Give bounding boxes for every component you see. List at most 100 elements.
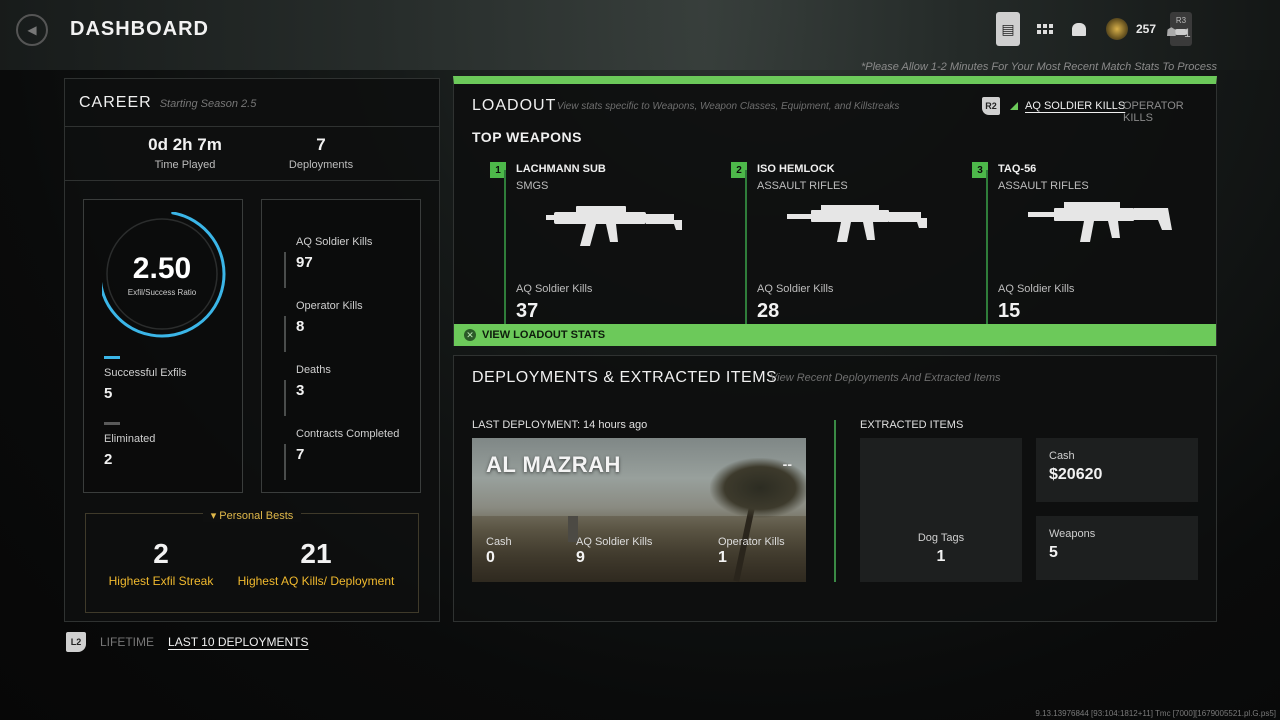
view-loadout-stats-button[interactable]: ✕ VIEW LOADOUT STATS [454, 324, 1216, 346]
weapon-card[interactable]: 2 ISO HEMLOCK ASSAULT RIFLES AQ Soldier … [731, 162, 961, 324]
weapon-name: LACHMANN SUB [516, 163, 606, 175]
career-title: CAREER [79, 93, 152, 111]
eliminated-stat: Eliminated 2 [104, 422, 155, 468]
weapon-class: ASSAULT RIFLES [757, 180, 848, 192]
deployments-label: Deployments [288, 159, 354, 171]
loadout-title: LOADOUT [472, 97, 557, 114]
eliminated-value: 2 [104, 451, 113, 468]
extracted-items-title: EXTRACTED ITEMS [860, 419, 964, 431]
player-emblem-icon[interactable] [1105, 18, 1128, 40]
dog-tags-label: Dog Tags [917, 532, 965, 544]
best-aq-kills-value: 21 [300, 538, 332, 569]
dog-tags-card[interactable]: Dog Tags 1 [860, 438, 1022, 582]
successful-exfils-label: Successful Exfils [104, 367, 187, 379]
weapon-kills-label: AQ Soldier Kills [998, 283, 1075, 295]
view-loadout-stats-label: VIEW LOADOUT STATS [482, 329, 606, 341]
career-header: CAREER Starting Season 2.5 [65, 79, 439, 127]
operator-kills-value: 8 [296, 318, 305, 335]
best-exfil-streak: 2 Highest Exfil Streak [86, 538, 236, 588]
stats-tab-icon[interactable]: ▤ [995, 12, 1020, 46]
career-panel: CAREER Starting Season 2.5 0d 2h 7m Time… [64, 78, 440, 622]
back-button[interactable]: ◀ [16, 14, 48, 46]
contracts-label: Contracts Completed [296, 428, 400, 440]
exfil-box: 2.50 Exfil/Success Ratio Successful Exfi… [83, 199, 243, 493]
aq-kills-stat: AQ Soldier Kills 97 [284, 236, 373, 288]
assault-rifle-icon [787, 205, 927, 242]
map-cash-value: 0 [486, 549, 495, 566]
assault-rifle-icon [1028, 202, 1172, 242]
last-10-deployments-tab[interactable]: LAST 10 DEPLOYMENTS [168, 635, 309, 649]
weapon-class: SMGS [516, 180, 549, 192]
page-title: DASHBOARD [70, 18, 209, 40]
map-aq-kills-value: 9 [576, 549, 585, 566]
r2-button-icon[interactable]: R2 [982, 97, 1000, 115]
map-operator-kills-label: Operator Kills [718, 536, 785, 548]
weapon-kills-value: 28 [757, 300, 780, 322]
weapon-class: ASSAULT RIFLES [998, 180, 1089, 192]
career-subtitle: Starting Season 2.5 [159, 97, 257, 110]
personal-bests-title: ▾ Personal Bests [86, 506, 418, 524]
map-aq-kills-label: AQ Soldier Kills [576, 536, 653, 548]
kills-box: AQ Soldier Kills 97 Operator Kills 8 Dea… [261, 199, 421, 493]
deployments-panel: DEPLOYMENTS & EXTRACTED ITEMS View Recen… [453, 355, 1217, 622]
deployments-subtitle: View Recent Deployments And Extracted It… [770, 372, 1001, 384]
weapon-card[interactable]: 1 LACHMANN SUB SMGS AQ Soldier Kills 37 [490, 162, 720, 324]
contracts-value: 7 [296, 446, 305, 463]
weapons-label: Weapons [1049, 528, 1096, 540]
ratio-value: 2.50 [132, 252, 192, 285]
weapon-card[interactable]: 3 TAQ-56 ASSAULT RIFLES AQ Soldier Kills… [972, 162, 1202, 324]
weapon-name: TAQ-56 [998, 163, 1037, 175]
deaths-value: 3 [296, 382, 305, 399]
party-count: 1 [1184, 26, 1191, 40]
map-cash-stat: Cash 0 [486, 536, 512, 567]
dog-tags-value: 1 [936, 548, 946, 565]
lifetime-tab[interactable]: LIFETIME [100, 635, 154, 649]
best-exfil-streak-value: 2 [153, 538, 169, 569]
cash-label: Cash [1049, 450, 1075, 462]
weapons-value: 5 [1049, 544, 1058, 561]
aq-kills-label: AQ Soldier Kills [296, 236, 373, 248]
operator-kills-label: Operator Kills [296, 300, 363, 312]
successful-exfils-value: 5 [104, 385, 113, 402]
ratio-label: Exfil/Success Ratio [127, 288, 197, 297]
personal-bests-box: ▾ Personal Bests 2 Highest Exfil Streak … [85, 510, 419, 613]
l2-button-icon[interactable]: L2 [66, 632, 86, 652]
notification-bell-icon[interactable] [1062, 12, 1096, 46]
aq-soldier-kills-tab[interactable]: AQ SOLDIER KILLS [1025, 100, 1125, 112]
contracts-stat: Contracts Completed 7 [284, 428, 400, 480]
stats-notice: *Please Allow 1-2 Minutes For Your Most … [860, 61, 1217, 73]
map-name: AL MAZRAH [486, 452, 621, 477]
loadout-panel: LOADOUT View stats specific to Weapons, … [453, 76, 1217, 346]
last-deployment-card[interactable]: AL MAZRAH -- Cash 0 AQ Soldier Kills 9 O… [472, 438, 806, 582]
summary-row: 0d 2h 7m Time Played 7 Deployments [65, 127, 439, 181]
operator-kills-tab[interactable]: OPERATOR KILLS [1123, 100, 1216, 124]
best-exfil-streak-label: Highest Exfil Streak [108, 574, 214, 588]
active-tab-marker-icon [1010, 102, 1018, 110]
currency-count: 257 [1135, 22, 1156, 36]
map-cash-label: Cash [486, 536, 512, 548]
party-icon[interactable]: ☗ [1166, 25, 1180, 39]
build-version: 9.13.13976844 [93:104:1812+11] Tmc [7000… [1035, 709, 1276, 718]
deaths-label: Deaths [296, 364, 331, 376]
grid-menu-icon[interactable] [1028, 12, 1062, 46]
weapon-name: ISO HEMLOCK [757, 163, 835, 175]
cash-card[interactable]: Cash $20620 [1036, 438, 1198, 502]
last-deployment-label: LAST DEPLOYMENT: 14 hours ago [472, 419, 648, 431]
section-divider [834, 420, 836, 582]
time-played-label: Time Played [154, 159, 216, 171]
weapons-card[interactable]: Weapons 5 [1036, 516, 1198, 580]
weapon-kills-value: 37 [516, 300, 539, 322]
best-aq-kills-label: Highest AQ Kills/ Deployment [237, 574, 395, 588]
personal-bests-title-text: Personal Bests [219, 510, 294, 522]
top-weapons-title: TOP WEAPONS [472, 129, 583, 145]
weapon-kills-label: AQ Soldier Kills [516, 283, 593, 295]
time-played-stat: 0d 2h 7m Time Played [135, 135, 235, 171]
deployments-stat: 7 Deployments [271, 135, 371, 171]
map-aq-kills-stat: AQ Soldier Kills 9 [576, 536, 652, 567]
time-played-value: 0d 2h 7m [148, 135, 222, 154]
smg-weapon-icon [546, 206, 682, 246]
deployments-title: DEPLOYMENTS & EXTRACTED ITEMS [472, 369, 778, 386]
operator-kills-stat: Operator Kills 8 [284, 300, 363, 352]
successful-exfils-stat: Successful Exfils 5 [104, 356, 187, 402]
deployments-value: 7 [316, 135, 326, 154]
